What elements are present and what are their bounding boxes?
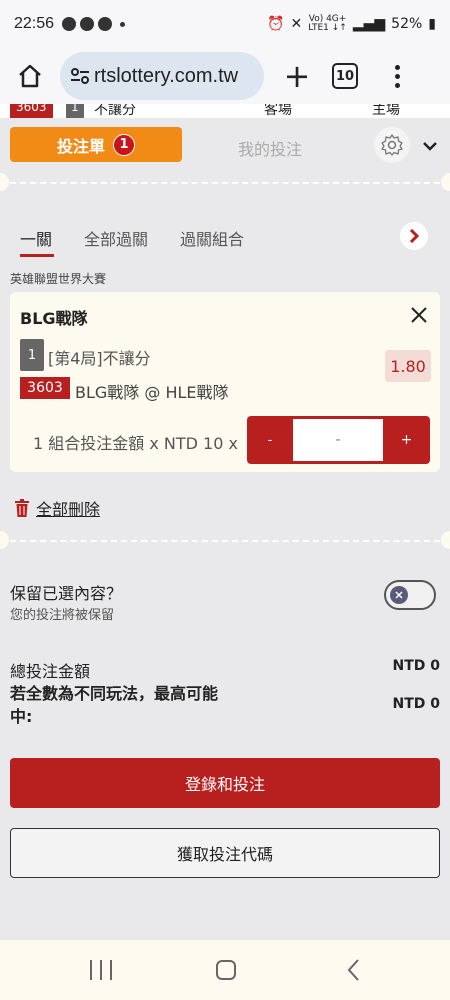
recent-apps-button[interactable] (90, 960, 112, 980)
tab-all-parlay[interactable]: 全部過關 (84, 226, 148, 250)
back-button[interactable] (344, 958, 364, 982)
chrome-notification-icon (62, 17, 77, 31)
stake-stepper: - - + (247, 416, 430, 464)
peek-col3: 主場 (372, 104, 400, 118)
home-button[interactable] (10, 56, 50, 96)
delete-all-button[interactable]: 全部刪除 (14, 496, 100, 520)
tab-bet-slip[interactable]: 投注單 1 (10, 127, 182, 162)
background-match-row: 3603 1 不讓分 客場 主場 (0, 104, 450, 118)
peek-match-id: 3603 (10, 104, 53, 118)
bet-count-badge: 1 (113, 133, 135, 156)
delete-all-label: 全部刪除 (36, 500, 101, 519)
status-time: 22:56 (14, 15, 55, 32)
signal-icon: ▂▄▆ (352, 16, 386, 32)
league-name: 英雄聯盟世界大賽 (10, 272, 107, 286)
mute-icon: ✕ (290, 16, 303, 32)
battery-icon: ▮ (428, 16, 436, 32)
get-bet-code-button[interactable]: 獲取投注代碼 (10, 828, 440, 878)
market-name: [第4局]不讓分 (48, 349, 151, 368)
network-indicator: Vo) 4G+ LTE1 ↓↑ (308, 15, 347, 33)
gear-icon (381, 134, 403, 156)
keep-selection-toggle[interactable] (384, 580, 436, 610)
total-stake-value: NTD 0 (392, 658, 440, 674)
home-icon (19, 64, 41, 88)
plus-icon: + (283, 57, 311, 95)
bet-slip-panel: 投注單 1 我的投注 一關 全部過關 過關組合 英雄聯盟世界大賽 BLG戰隊 1… (0, 118, 450, 940)
tab-bet-slip-label: 投注單 (56, 136, 105, 156)
ticket-notch-right (441, 173, 450, 191)
next-tabs-button[interactable] (400, 222, 428, 250)
battery-percent: 52% (391, 16, 423, 32)
divider-top (0, 182, 450, 184)
url-text: rtslottery.com.tw (94, 64, 239, 87)
chevron-right-icon (409, 229, 419, 243)
collapse-button[interactable] (420, 136, 440, 156)
settings-button[interactable] (374, 127, 410, 163)
ticket-notch-right-2 (441, 531, 450, 549)
keep-selection-title: 保留已選內容？ (10, 584, 123, 603)
network-bottom-text: LTE1 ↓↑ (308, 23, 347, 33)
more-menu-button[interactable] (392, 64, 402, 88)
peek-text: 不讓分 (94, 104, 136, 118)
back-icon (347, 959, 359, 981)
bet-slip-header: 投注單 1 我的投注 (0, 118, 450, 178)
chevron-down-icon (423, 142, 437, 151)
total-stake-label: 總投注金額 (10, 662, 91, 681)
toggle-knob (390, 586, 408, 604)
match-id-badge: 3603 (20, 377, 70, 399)
bet-type-tabs: 一關 全部過關 過關組合 (0, 222, 450, 262)
home-nav-button[interactable] (216, 960, 236, 980)
more-notifications-icon (120, 21, 126, 27)
bet-team-title: BLG戰隊 (20, 309, 88, 328)
ticket-notch-left-2 (0, 531, 9, 549)
bet-card: BLG戰隊 1 [第4局]不讓分 1.80 3603 BLG戰隊 @ HLE戰隊… (10, 292, 440, 472)
trash-icon (15, 499, 29, 517)
address-bar[interactable]: rtslottery.com.tw (60, 52, 264, 100)
tab-switcher-button[interactable]: 10 (332, 63, 358, 89)
max-win-label: 若全數為不同玩法，最高可能中: (10, 684, 219, 726)
toggle-off-icon (395, 591, 403, 599)
match-name: BLG戰隊 @ HLE戰隊 (75, 383, 229, 402)
remove-bet-button[interactable] (408, 304, 430, 326)
system-nav-bar (0, 940, 450, 1000)
keep-selection-subtitle: 您的投注將被保留 (10, 608, 115, 623)
active-tab-underline (20, 254, 54, 257)
peek-col2: 客場 (264, 104, 292, 118)
max-win-value: NTD 0 (392, 696, 440, 712)
new-tab-button[interactable]: + (282, 56, 312, 96)
tab-my-bets[interactable]: 我的投注 (210, 136, 330, 160)
stake-decrease-button[interactable]: - (247, 416, 293, 464)
stake-input[interactable]: - (293, 419, 383, 461)
site-settings-icon[interactable] (70, 66, 90, 86)
status-bar: 22:56 ⏰ ✕ Vo) 4G+ LTE1 ↓↑ ▂▄▆ 52% ▮ (0, 0, 450, 48)
browser-toolbar: rtslottery.com.tw + 10 (0, 48, 450, 104)
close-icon (411, 307, 427, 323)
divider-bottom (0, 540, 450, 542)
stake-label: 1 組合投注金額 x NTD 10 x (33, 434, 238, 453)
chrome-notification-icon-2 (80, 17, 95, 31)
message-notification-icon (98, 17, 113, 31)
alarm-icon: ⏰ (267, 16, 285, 32)
selection-number: 1 (20, 339, 44, 371)
login-and-bet-button[interactable]: 登錄和投注 (10, 758, 440, 808)
tab-parlay-combo[interactable]: 過關組合 (180, 226, 244, 250)
odds-value: 1.80 (385, 350, 431, 382)
tab-single[interactable]: 一關 (20, 226, 52, 250)
stake-increase-button[interactable]: + (383, 416, 430, 464)
peek-num: 1 (66, 104, 84, 118)
